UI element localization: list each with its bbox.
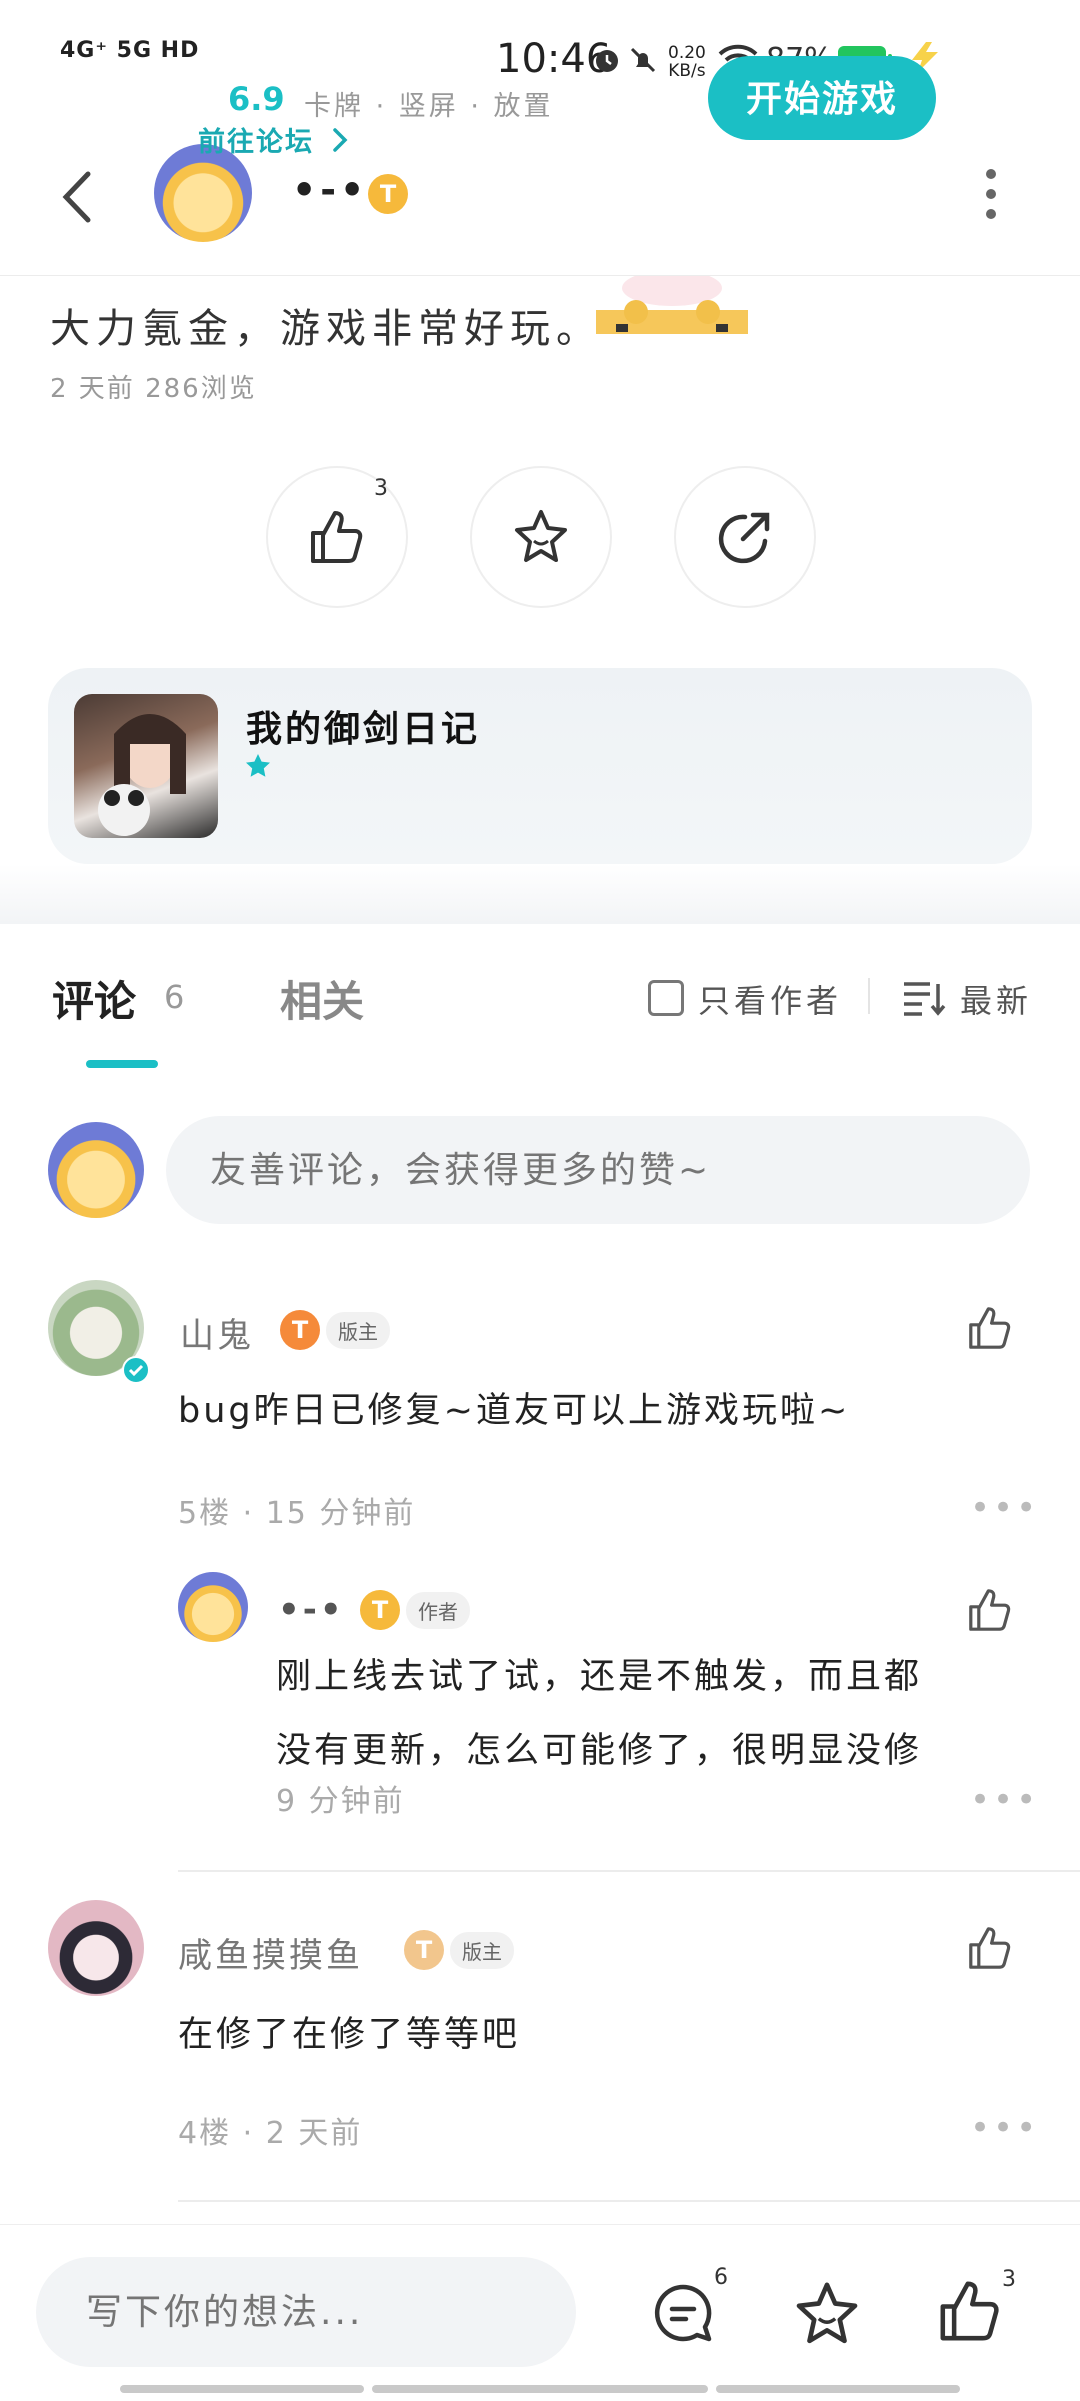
tab-related[interactable]: 相关 — [280, 968, 364, 1029]
net-speed: 0.20 KB/s — [668, 44, 706, 80]
start-game-button[interactable]: 开始游戏 — [708, 56, 936, 140]
nav-gesture-bar — [120, 2385, 364, 2393]
comment-like-icon[interactable] — [966, 1304, 1014, 1356]
favorite-star-icon[interactable] — [792, 2279, 862, 2353]
comment-bubble-icon[interactable] — [650, 2281, 716, 2351]
net-speed-value: 0.20 — [668, 43, 706, 63]
post-text: 大力氪金，游戏非常好玩。 — [50, 306, 602, 352]
tab-indicator — [86, 1060, 158, 1068]
comment-more-icon[interactable]: ••• — [970, 1488, 1039, 1528]
reply-text-line2: 没有更新，怎么可能修了，很明显没修 — [276, 1731, 923, 1771]
comment-count: 6 — [714, 2265, 728, 2290]
tab-comments-count: 6 — [164, 978, 185, 1016]
game-card[interactable]: 我的御剑日记 — [48, 668, 1032, 864]
game-cover-image[interactable] — [74, 694, 218, 838]
forum-link[interactable]: 前往论坛 — [198, 120, 349, 161]
filter-divider — [868, 978, 870, 1014]
nav-gesture-bar — [716, 2385, 960, 2393]
level-badge: T — [404, 1930, 444, 1970]
sort-icon[interactable] — [902, 980, 946, 1020]
post-favorite-button[interactable] — [470, 466, 612, 608]
commenter-name[interactable]: 咸鱼摸摸鱼 — [178, 1928, 363, 1977]
chevron-right-icon — [331, 126, 349, 161]
reply-avatar[interactable] — [178, 1572, 248, 1642]
level-badge: T — [280, 1310, 320, 1350]
write-thought-input[interactable] — [36, 2257, 576, 2367]
game-tags: 卡牌 · 竖屏 · 放置 — [304, 91, 554, 122]
rating-star-icon — [244, 752, 272, 784]
comment-divider — [178, 1870, 1080, 1872]
moderator-tag: 版主 — [326, 1312, 390, 1349]
network-indicator: 4G⁺ 5G HD — [60, 38, 200, 63]
only-author-label[interactable]: 只看作者 — [698, 976, 842, 1022]
comment-divider — [178, 2200, 1080, 2202]
game-rating: 6.9 — [228, 80, 285, 118]
moderator-tag: 版主 — [450, 1932, 514, 1969]
reply-more-icon[interactable]: ••• — [970, 1780, 1039, 1820]
level-badge: T — [368, 174, 408, 214]
thumbs-up-icon — [311, 511, 363, 563]
reply-text-line1: 刚上线去试了试，还是不触发，而且都 — [276, 1657, 923, 1697]
back-arrow-icon[interactable] — [58, 162, 98, 236]
comment-meta: 4楼 · 2 天前 — [178, 2116, 363, 2151]
star-icon — [515, 510, 567, 562]
author-name[interactable]: •-• — [292, 168, 368, 212]
like-thumbs-up-icon[interactable] — [936, 2277, 1004, 2349]
post-like-count: 3 — [374, 476, 388, 501]
comment-like-icon[interactable] — [966, 1924, 1014, 1976]
comment-input[interactable] — [166, 1116, 1030, 1224]
bottom-bar: 6 3 — [0, 2224, 1080, 2401]
forum-link-label: 前往论坛 — [198, 127, 314, 158]
my-avatar — [48, 1122, 144, 1218]
only-author-checkbox[interactable] — [648, 980, 684, 1016]
commenter-name[interactable]: 山鬼 — [180, 1308, 254, 1357]
mute-icon — [628, 44, 658, 84]
tab-comments[interactable]: 评论 — [52, 968, 136, 1029]
post-share-button[interactable] — [674, 466, 816, 608]
comment-meta: 5楼 · 15 分钟前 — [178, 1496, 416, 1531]
level-badge: T — [360, 1590, 400, 1630]
net-speed-unit: KB/s — [668, 61, 706, 81]
nav-gesture-bar — [372, 2385, 708, 2393]
comment-more-icon[interactable]: ••• — [970, 2108, 1039, 2148]
sort-label[interactable]: 最新 — [960, 976, 1032, 1022]
section-divider — [0, 864, 1080, 924]
post-image-fragment — [596, 270, 748, 336]
reply-author-name[interactable]: •-• — [278, 1590, 345, 1630]
alarm-icon — [592, 44, 622, 84]
post-like-button[interactable]: 3 — [266, 466, 408, 608]
game-title: 我的御剑日记 — [246, 709, 481, 750]
share-icon — [718, 512, 770, 564]
author-tag: 作者 — [406, 1592, 470, 1629]
comment-text: 在修了在修了等等吧 — [178, 2015, 521, 2055]
header-bar: •-• T — [0, 120, 1080, 276]
post-meta: 2 天前 286浏览 — [50, 374, 257, 404]
more-options-icon[interactable] — [976, 164, 1006, 228]
comment-text: bug昨日已修复~道友可以上游戏玩啦~ — [178, 1391, 851, 1431]
verified-icon — [122, 1356, 150, 1388]
like-count: 3 — [1002, 2267, 1016, 2292]
commenter-avatar[interactable] — [48, 1900, 144, 1996]
reply-meta: 9 分钟前 — [276, 1784, 405, 1819]
reply-like-icon[interactable] — [966, 1586, 1014, 1638]
